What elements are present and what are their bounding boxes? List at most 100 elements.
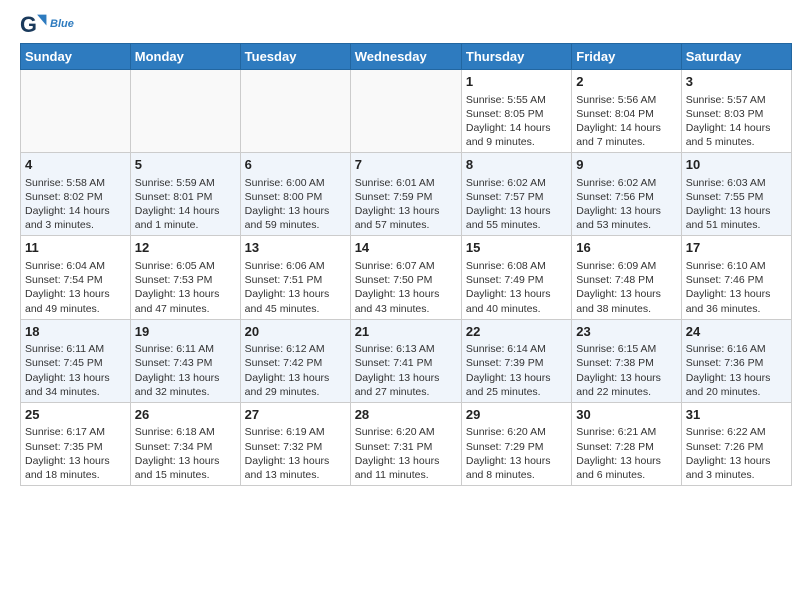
day-info-line: and 8 minutes. (466, 468, 567, 482)
calendar-day-16: 16Sunrise: 6:09 AMSunset: 7:48 PMDayligh… (572, 236, 681, 319)
calendar-week-row: 4Sunrise: 5:58 AMSunset: 8:02 PMDaylight… (21, 153, 792, 236)
day-info-line: Sunrise: 6:16 AM (686, 342, 787, 356)
day-number: 4 (25, 156, 126, 174)
weekday-header-sunday: Sunday (21, 44, 131, 70)
day-info-line: Sunrise: 6:01 AM (355, 176, 457, 190)
day-number: 11 (25, 239, 126, 257)
calendar-week-row: 25Sunrise: 6:17 AMSunset: 7:35 PMDayligh… (21, 402, 792, 485)
day-number: 28 (355, 406, 457, 424)
calendar-header-row: SundayMondayTuesdayWednesdayThursdayFrid… (21, 44, 792, 70)
day-info-line: and 51 minutes. (686, 218, 787, 232)
day-info-line: Sunset: 8:03 PM (686, 107, 787, 121)
empty-cell (130, 70, 240, 153)
day-info-line: Sunrise: 6:09 AM (576, 259, 676, 273)
calendar-week-row: 18Sunrise: 6:11 AMSunset: 7:45 PMDayligh… (21, 319, 792, 402)
day-info-line: Sunset: 7:50 PM (355, 273, 457, 287)
day-info-line: Sunrise: 6:05 AM (135, 259, 236, 273)
day-info-line: Sunset: 7:38 PM (576, 356, 676, 370)
day-info-line: Sunset: 7:41 PM (355, 356, 457, 370)
day-number: 31 (686, 406, 787, 424)
day-info-line: Daylight: 13 hours (25, 287, 126, 301)
day-info-line: Sunrise: 5:58 AM (25, 176, 126, 190)
day-number: 8 (466, 156, 567, 174)
calendar-day-28: 28Sunrise: 6:20 AMSunset: 7:31 PMDayligh… (350, 402, 461, 485)
weekday-header-wednesday: Wednesday (350, 44, 461, 70)
day-number: 10 (686, 156, 787, 174)
day-info-line: and 25 minutes. (466, 385, 567, 399)
calendar-day-6: 6Sunrise: 6:00 AMSunset: 8:00 PMDaylight… (240, 153, 350, 236)
day-info-line: Sunrise: 6:14 AM (466, 342, 567, 356)
day-number: 18 (25, 323, 126, 341)
day-info-line: Sunset: 7:26 PM (686, 440, 787, 454)
day-number: 7 (355, 156, 457, 174)
empty-cell (350, 70, 461, 153)
day-info-line: Sunrise: 6:03 AM (686, 176, 787, 190)
day-info-line: Daylight: 13 hours (686, 371, 787, 385)
day-info-line: Daylight: 13 hours (135, 371, 236, 385)
day-info-line: and 11 minutes. (355, 468, 457, 482)
day-info-line: and 32 minutes. (135, 385, 236, 399)
calendar-day-15: 15Sunrise: 6:08 AMSunset: 7:49 PMDayligh… (461, 236, 571, 319)
calendar-day-24: 24Sunrise: 6:16 AMSunset: 7:36 PMDayligh… (681, 319, 791, 402)
page-header: G Blue (0, 0, 792, 43)
day-info-line: Daylight: 13 hours (576, 204, 676, 218)
day-number: 6 (245, 156, 346, 174)
day-info-line: Daylight: 13 hours (355, 371, 457, 385)
day-info-line: Sunset: 7:35 PM (25, 440, 126, 454)
weekday-header-thursday: Thursday (461, 44, 571, 70)
day-info-line: Sunset: 7:43 PM (135, 356, 236, 370)
day-info-line: Sunrise: 6:04 AM (25, 259, 126, 273)
day-info-line: and 18 minutes. (25, 468, 126, 482)
calendar-day-26: 26Sunrise: 6:18 AMSunset: 7:34 PMDayligh… (130, 402, 240, 485)
day-info-line: Daylight: 13 hours (466, 287, 567, 301)
calendar-day-17: 17Sunrise: 6:10 AMSunset: 7:46 PMDayligh… (681, 236, 791, 319)
day-info-line: Daylight: 13 hours (245, 204, 346, 218)
day-info-line: Daylight: 13 hours (466, 454, 567, 468)
calendar-day-12: 12Sunrise: 6:05 AMSunset: 7:53 PMDayligh… (130, 236, 240, 319)
day-info-line: and 40 minutes. (466, 302, 567, 316)
day-info-line: and 53 minutes. (576, 218, 676, 232)
calendar-wrapper: SundayMondayTuesdayWednesdayThursdayFrid… (0, 43, 792, 496)
day-info-line: Sunrise: 6:13 AM (355, 342, 457, 356)
calendar-week-row: 1Sunrise: 5:55 AMSunset: 8:05 PMDaylight… (21, 70, 792, 153)
day-info-line: Sunset: 7:59 PM (355, 190, 457, 204)
day-info-line: Daylight: 13 hours (355, 204, 457, 218)
calendar-day-13: 13Sunrise: 6:06 AMSunset: 7:51 PMDayligh… (240, 236, 350, 319)
calendar-day-2: 2Sunrise: 5:56 AMSunset: 8:04 PMDaylight… (572, 70, 681, 153)
calendar-day-21: 21Sunrise: 6:13 AMSunset: 7:41 PMDayligh… (350, 319, 461, 402)
calendar-day-27: 27Sunrise: 6:19 AMSunset: 7:32 PMDayligh… (240, 402, 350, 485)
day-info-line: Sunrise: 5:55 AM (466, 93, 567, 107)
day-info-line: Sunset: 7:45 PM (25, 356, 126, 370)
day-info-line: Sunrise: 6:11 AM (25, 342, 126, 356)
day-info-line: Sunrise: 6:18 AM (135, 425, 236, 439)
day-number: 9 (576, 156, 676, 174)
day-info-line: Daylight: 13 hours (25, 371, 126, 385)
day-number: 20 (245, 323, 346, 341)
day-info-line: Sunset: 7:51 PM (245, 273, 346, 287)
day-info-line: Daylight: 13 hours (245, 454, 346, 468)
day-info-line: and 55 minutes. (466, 218, 567, 232)
day-info-line: Sunset: 8:01 PM (135, 190, 236, 204)
day-info-line: Sunset: 8:04 PM (576, 107, 676, 121)
calendar-day-1: 1Sunrise: 5:55 AMSunset: 8:05 PMDaylight… (461, 70, 571, 153)
day-number: 2 (576, 73, 676, 91)
day-info-line: Daylight: 13 hours (355, 287, 457, 301)
calendar-day-9: 9Sunrise: 6:02 AMSunset: 7:56 PMDaylight… (572, 153, 681, 236)
calendar-day-10: 10Sunrise: 6:03 AMSunset: 7:55 PMDayligh… (681, 153, 791, 236)
day-info-line: and 59 minutes. (245, 218, 346, 232)
day-info-line: Sunset: 7:53 PM (135, 273, 236, 287)
calendar-day-7: 7 Sunrise: 6:01 AMSunset: 7:59 PMDaylight… (350, 153, 461, 236)
weekday-header-friday: Friday (572, 44, 681, 70)
day-info-line: and 15 minutes. (135, 468, 236, 482)
calendar-day-31: 31Sunrise: 6:22 AMSunset: 7:26 PMDayligh… (681, 402, 791, 485)
day-info-line: Sunrise: 6:20 AM (466, 425, 567, 439)
day-info-line: and 22 minutes. (576, 385, 676, 399)
day-info-line: Daylight: 13 hours (576, 287, 676, 301)
day-info-line: and 36 minutes. (686, 302, 787, 316)
day-info-line: and 29 minutes. (245, 385, 346, 399)
calendar-day-3: 3Sunrise: 5:57 AMSunset: 8:03 PMDaylight… (681, 70, 791, 153)
day-info-line: and 34 minutes. (25, 385, 126, 399)
day-info-line: Sunrise: 6:02 AM (576, 176, 676, 190)
day-info-line: Daylight: 13 hours (576, 371, 676, 385)
day-number: 15 (466, 239, 567, 257)
